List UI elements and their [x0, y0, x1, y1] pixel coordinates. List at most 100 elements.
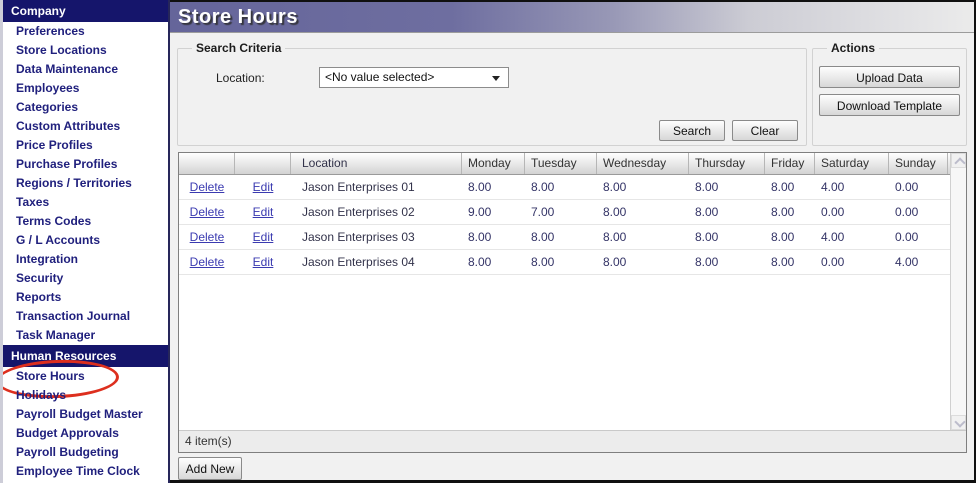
- sidebar-item-budget-approvals[interactable]: Budget Approvals: [3, 424, 168, 443]
- upload-data-button[interactable]: Upload Data: [819, 66, 960, 88]
- edit-link[interactable]: Edit: [253, 255, 274, 269]
- sidebar-item-label: Budget Approvals: [16, 426, 119, 440]
- location-dropdown-value: <No value selected>: [325, 70, 434, 84]
- sidebar-item-terms-codes[interactable]: Terms Codes: [3, 212, 168, 231]
- download-template-button[interactable]: Download Template: [819, 94, 960, 116]
- sidebar-item-employees[interactable]: Employees: [3, 79, 168, 98]
- sidebar-item-task-manager[interactable]: Task Manager: [3, 326, 168, 345]
- table-cell-friday: 8.00: [765, 175, 815, 199]
- sidebar-item-label: Store Locations: [16, 43, 107, 57]
- sidebar-item-label: Security: [16, 271, 63, 285]
- sidebar-item-employee-time-clock[interactable]: Employee Time Clock: [3, 462, 168, 481]
- column-header-location: Location: [291, 153, 462, 174]
- sidebar-item-payroll-budget-master[interactable]: Payroll Budget Master: [3, 405, 168, 424]
- sidebar-item-reports[interactable]: Reports: [3, 288, 168, 307]
- column-header-sunday: Sunday: [889, 153, 948, 174]
- sidebar-item-label: Store Hours: [16, 369, 85, 383]
- search-criteria-legend: Search Criteria: [192, 41, 285, 55]
- table-row: Delete Edit Jason Enterprises 01 8.00 8.…: [179, 175, 950, 200]
- edit-link[interactable]: Edit: [253, 205, 274, 219]
- table-cell-sunday: 0.00: [889, 200, 948, 224]
- table-row: Delete Edit Jason Enterprises 04 8.00 8.…: [179, 250, 950, 275]
- table-cell-monday: 8.00: [462, 225, 525, 249]
- sidebar-item-purchase-profiles[interactable]: Purchase Profiles: [3, 155, 168, 174]
- sidebar-item-g-l-accounts[interactable]: G / L Accounts: [3, 231, 168, 250]
- table-cell-tuesday: 8.00: [525, 225, 597, 249]
- column-header-monday: Monday: [462, 153, 525, 174]
- sidebar-item-integration[interactable]: Integration: [3, 250, 168, 269]
- sidebar-item-categories[interactable]: Categories: [3, 98, 168, 117]
- table-cell-tuesday: 8.00: [525, 250, 597, 274]
- sidebar-item-label: Taxes: [16, 195, 49, 209]
- sidebar-item-label: Payroll Budget Master: [16, 407, 143, 421]
- table-cell-location: Jason Enterprises 01: [291, 175, 462, 199]
- sidebar-item-data-maintenance[interactable]: Data Maintenance: [3, 60, 168, 79]
- table-cell-delete: Delete: [179, 225, 235, 249]
- table-cell-edit: Edit: [235, 175, 291, 199]
- table-cell-sunday: 4.00: [889, 250, 948, 274]
- sidebar-item-custom-attributes[interactable]: Custom Attributes: [3, 117, 168, 136]
- table-cell-thursday: 8.00: [689, 225, 765, 249]
- sidebar-item-label: Preferences: [16, 24, 85, 38]
- table-body: Delete Edit Jason Enterprises 01 8.00 8.…: [179, 175, 950, 275]
- sidebar-item-taxes[interactable]: Taxes: [3, 193, 168, 212]
- table-scrollbar[interactable]: [950, 153, 966, 430]
- delete-link[interactable]: Delete: [190, 205, 225, 219]
- sidebar-item-security[interactable]: Security: [3, 269, 168, 288]
- delete-link[interactable]: Delete: [190, 230, 225, 244]
- table-cell-friday: 8.00: [765, 250, 815, 274]
- sidebar-item-label: Transaction Journal: [16, 309, 130, 323]
- column-header-edit: [235, 153, 291, 174]
- column-header-delete: [179, 153, 235, 174]
- sidebar-item-label: Purchase Profiles: [16, 157, 117, 171]
- edit-link[interactable]: Edit: [253, 180, 274, 194]
- sidebar-item-label: Integration: [16, 252, 78, 266]
- scroll-down-button[interactable]: [951, 415, 966, 430]
- table-cell-tuesday: 7.00: [525, 200, 597, 224]
- table-cell-friday: 8.00: [765, 225, 815, 249]
- search-criteria-group: Search Criteria Location: <No value sele…: [177, 48, 807, 146]
- scroll-up-button[interactable]: [951, 153, 966, 168]
- sidebar-item-store-hours[interactable]: Store Hours: [3, 367, 168, 386]
- table-header-row: Location Monday Tuesday Wednesday Thursd…: [179, 153, 950, 175]
- sidebar-item-label: Regions / Territories: [16, 176, 132, 190]
- table-cell-sunday: 0.00: [889, 175, 948, 199]
- table-cell-wednesday: 8.00: [597, 225, 689, 249]
- main-content: Store Hours Search Criteria Location: <N…: [170, 0, 976, 483]
- add-new-button[interactable]: Add New: [178, 457, 242, 480]
- table-cell-saturday: 0.00: [815, 200, 889, 224]
- table-cell-thursday: 8.00: [689, 250, 765, 274]
- column-header-saturday: Saturday: [815, 153, 889, 174]
- sidebar-item-price-profiles[interactable]: Price Profiles: [3, 136, 168, 155]
- column-header-tuesday: Tuesday: [525, 153, 597, 174]
- column-header-wednesday: Wednesday: [597, 153, 689, 174]
- table-cell-saturday: 4.00: [815, 175, 889, 199]
- table-cell-delete: Delete: [179, 250, 235, 274]
- clear-button[interactable]: Clear: [732, 120, 798, 141]
- sidebar-item-label: Holidays: [16, 388, 66, 402]
- sidebar-item-label: Terms Codes: [16, 214, 91, 228]
- edit-link[interactable]: Edit: [253, 230, 274, 244]
- table-cell-tuesday: 8.00: [525, 175, 597, 199]
- sidebar-item-regions-territories[interactable]: Regions / Territories: [3, 174, 168, 193]
- sidebar-item-transaction-journal[interactable]: Transaction Journal: [3, 307, 168, 326]
- column-header-thursday: Thursday: [689, 153, 765, 174]
- table-cell-delete: Delete: [179, 175, 235, 199]
- table-row: Delete Edit Jason Enterprises 03 8.00 8.…: [179, 225, 950, 250]
- sidebar-item-payroll-budgeting[interactable]: Payroll Budgeting: [3, 443, 168, 462]
- table-cell-monday: 8.00: [462, 250, 525, 274]
- sidebar-section-header-company: Company: [3, 0, 168, 22]
- table-empty-space: [179, 275, 950, 430]
- sidebar-item-preferences[interactable]: Preferences: [3, 22, 168, 41]
- location-dropdown[interactable]: <No value selected>: [319, 67, 509, 88]
- delete-link[interactable]: Delete: [190, 255, 225, 269]
- table-cell-edit: Edit: [235, 225, 291, 249]
- sidebar-item-label: G / L Accounts: [16, 233, 100, 247]
- sidebar-item-store-locations[interactable]: Store Locations: [3, 41, 168, 60]
- sidebar: Company Preferences Store Locations Data Ma…: [0, 0, 170, 483]
- search-button[interactable]: Search: [659, 120, 725, 141]
- delete-link[interactable]: Delete: [190, 180, 225, 194]
- sidebar-item-holidays[interactable]: Holidays: [3, 386, 168, 405]
- table-cell-thursday: 8.00: [689, 200, 765, 224]
- table-cell-location: Jason Enterprises 04: [291, 250, 462, 274]
